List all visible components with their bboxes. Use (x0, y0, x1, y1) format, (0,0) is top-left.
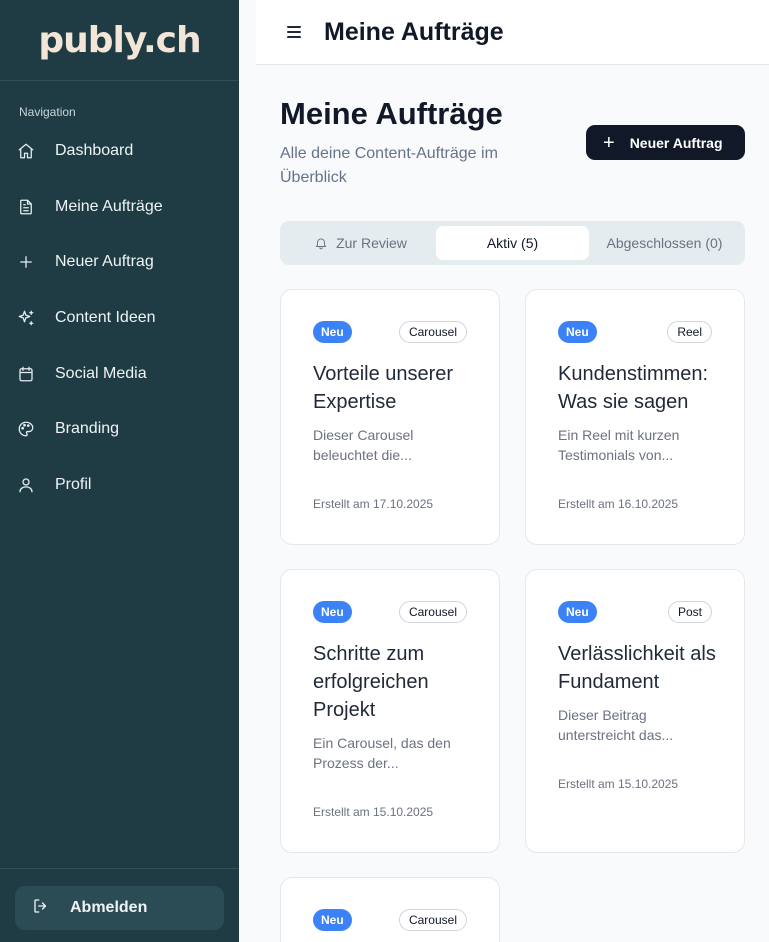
card-description: Ein Carousel, das den Prozess der... (313, 735, 451, 771)
header-title: Meine Aufträge (324, 17, 504, 46)
card-date: Erstellt am 17.10.2025 (313, 497, 434, 511)
card-description: Dieser Carousel beleuchtet die... (313, 427, 414, 463)
menu-icon[interactable] (287, 26, 301, 38)
palette-icon (17, 420, 35, 438)
sidebar-footer: Abmelden (0, 868, 239, 942)
sidebar-item-content-ideen[interactable]: Content Ideen (0, 290, 239, 346)
type-badge: Post (667, 601, 712, 623)
order-card[interactable]: Neu Reel Kundenstimmen: Was sie sagen Ei… (525, 289, 745, 545)
tab-bar: Zur Review Aktiv (5) Abgeschlossen (0) (280, 221, 745, 265)
status-badge: Neu (313, 601, 352, 623)
card-description: Ein Reel mit kurzen Testimonials von... (558, 427, 680, 463)
sidebar-item-neuer-auftrag[interactable]: Neuer Auftrag (0, 234, 239, 290)
nav-section-label: Navigation (19, 105, 76, 119)
sidebar-item-social-media[interactable]: Social Media (0, 346, 239, 402)
status-badge: Neu (558, 321, 597, 343)
type-badge: Carousel (398, 601, 467, 623)
sidebar-item-label: Social Media (55, 364, 147, 382)
file-text-icon (17, 198, 35, 216)
sidebar-item-label: Content Ideen (55, 308, 156, 326)
status-badge: Neu (313, 321, 352, 343)
status-badge: Neu (313, 909, 352, 931)
type-badge: Reel (667, 321, 712, 343)
card-date: Erstellt am 16.10.2025 (558, 497, 679, 511)
tab-label: Abgeschlossen (0) (606, 235, 723, 251)
card-description: Dieser Beitrag unterstreicht das... (558, 707, 674, 743)
tab-abgeschlossen[interactable]: Abgeschlossen (0) (589, 226, 740, 260)
sidebar-nav: Dashboard Meine Aufträge Neuer Auftrag C… (0, 123, 239, 513)
tab-zur-review[interactable]: Zur Review (285, 226, 436, 260)
sidebar-item-label: Neuer Auftrag (55, 253, 154, 271)
tab-aktiv[interactable]: Aktiv (5) (436, 226, 589, 260)
sidebar-item-profil[interactable]: Profil (0, 457, 239, 513)
sidebar-item-dashboard[interactable]: Dashboard (0, 123, 239, 179)
logout-button[interactable]: Abmelden (15, 886, 224, 930)
sidebar-item-label: Branding (55, 420, 120, 438)
tab-label: Aktiv (5) (486, 235, 539, 251)
sparkles-icon (17, 309, 35, 327)
new-order-button[interactable]: + Neuer Auftrag (586, 125, 745, 160)
order-card[interactable]: Neu Post Verlässlichkeit als Fundament D… (525, 569, 745, 853)
status-badge: Neu (558, 601, 597, 623)
home-icon (17, 142, 35, 160)
card-title: Schritte zum erfolgreichen Projekt (313, 643, 429, 721)
sidebar: publy.ch Navigation Dashboard Meine Auft… (0, 0, 239, 942)
sidebar-item-branding[interactable]: Branding (0, 401, 239, 457)
order-card[interactable]: Neu Carousel Schritte zum erfolgreichen … (280, 569, 500, 853)
sidebar-item-meine-auftraege[interactable]: Meine Aufträge (0, 179, 239, 235)
order-card[interactable]: Neu Carousel Vorteile unserer Expertise … (280, 289, 500, 545)
logout-label: Abmelden (70, 899, 148, 916)
tab-label: Zur Review (336, 235, 407, 251)
type-badge: Carousel (398, 321, 467, 343)
sidebar-item-label: Dashboard (55, 141, 134, 159)
card-date: Erstellt am 15.10.2025 (313, 805, 434, 819)
page-title: Meine Aufträge (280, 96, 503, 131)
sidebar-item-label: Meine Aufträge (55, 197, 163, 215)
calendar-icon (17, 365, 35, 383)
logo-area: publy.ch (0, 0, 239, 81)
page-subtitle: Alle deine Content-Aufträge im Überblick (280, 145, 498, 186)
card-title: Vorteile unserer Expertise (313, 363, 454, 413)
type-badge: Carousel (398, 909, 467, 931)
sidebar-item-label: Profil (55, 475, 92, 493)
plus-icon: + (603, 131, 615, 154)
logo[interactable]: publy.ch (38, 20, 201, 61)
card-title: Verlässlichkeit als Fundament (558, 643, 716, 693)
order-card[interactable]: Neu Carousel (280, 877, 500, 942)
bell-icon (314, 234, 336, 253)
top-bar: Meine Aufträge (256, 0, 769, 65)
new-order-label: Neuer Auftrag (629, 134, 723, 151)
card-title: Kundenstimmen: Was sie sagen (558, 363, 709, 413)
logout-icon (32, 897, 50, 920)
plus-icon (17, 253, 35, 271)
card-date: Erstellt am 15.10.2025 (558, 777, 679, 791)
user-icon (17, 476, 35, 494)
